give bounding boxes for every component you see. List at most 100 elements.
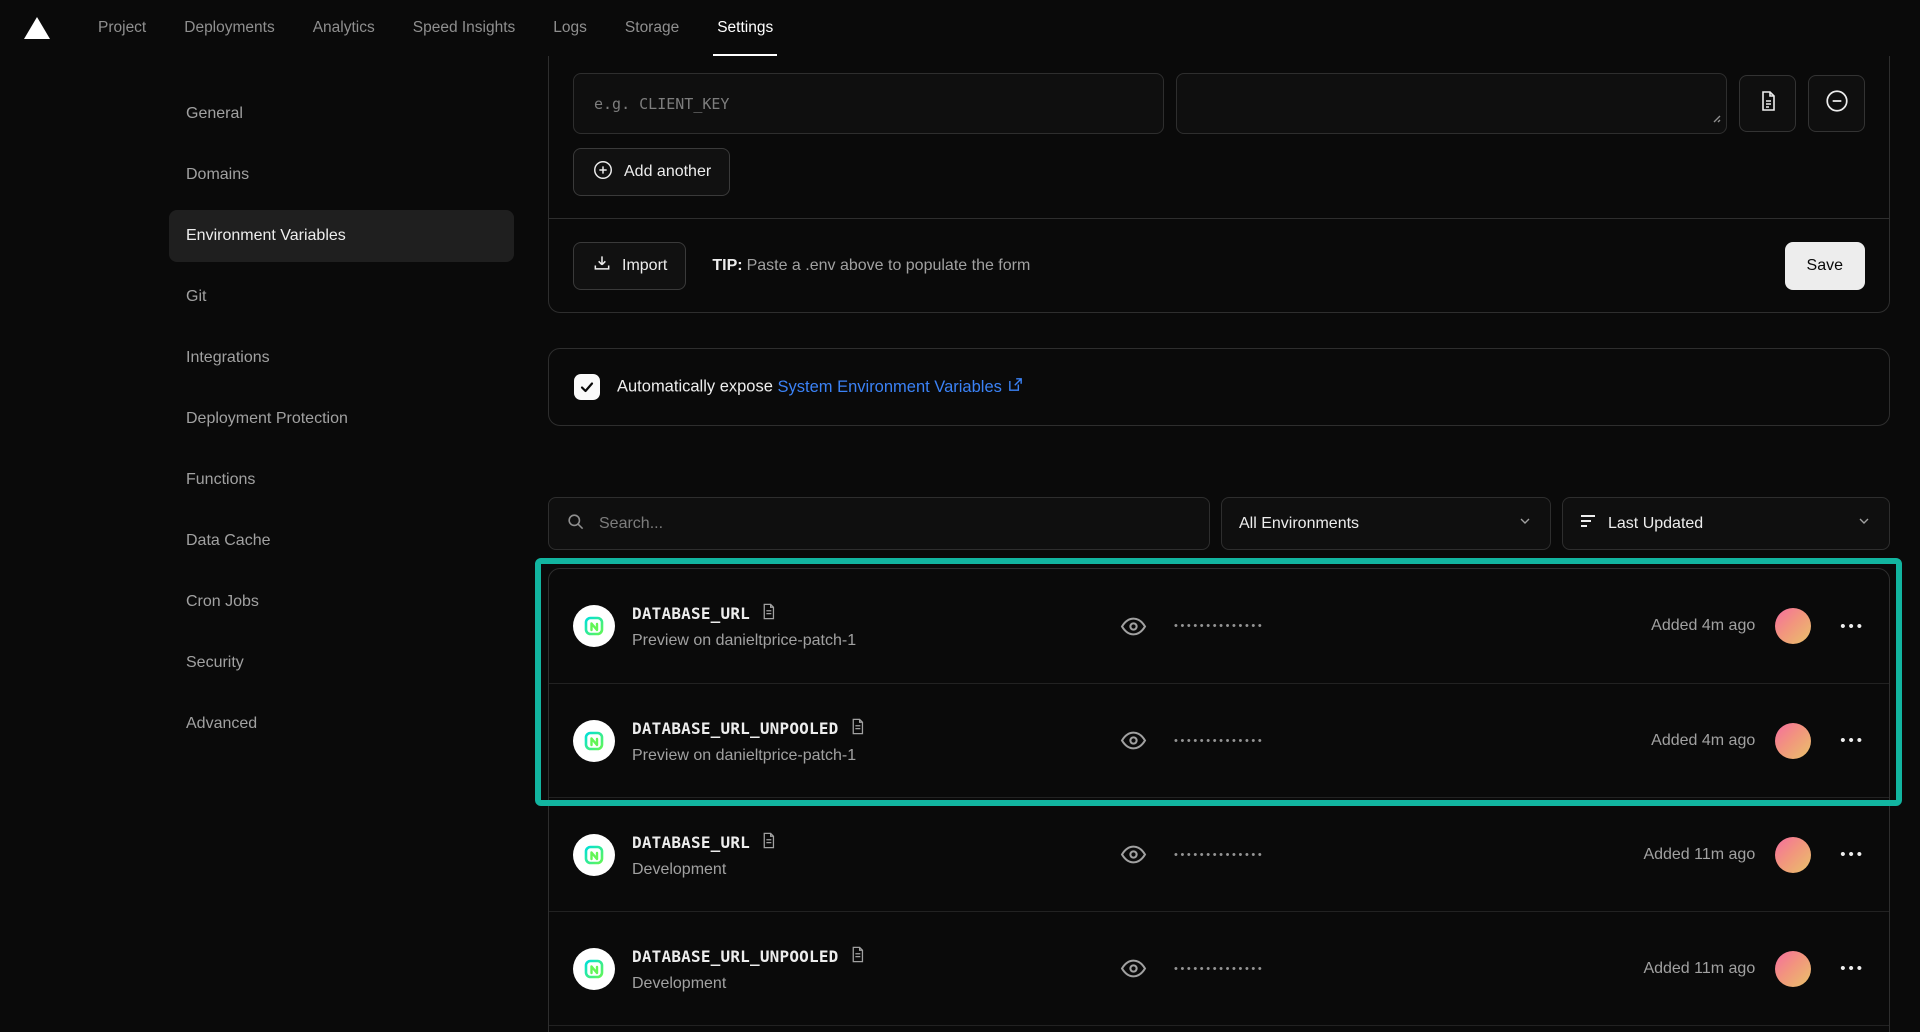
expose-checkbox[interactable] [574, 374, 600, 400]
env-var-name: DATABASE_URL [632, 604, 750, 623]
added-timestamp: Added 4m ago [1651, 617, 1755, 635]
sidebar-item-security[interactable]: Security [169, 637, 514, 689]
nav-tab-project[interactable]: Project [94, 0, 150, 56]
neon-logo-icon [573, 605, 615, 647]
reveal-value-eye-icon[interactable] [1119, 954, 1148, 983]
copy-note-icon[interactable] [760, 831, 777, 854]
sidebar-item-environment-variables[interactable]: Environment Variables [169, 210, 514, 262]
env-var-name: DATABASE_URL [632, 833, 750, 852]
reveal-value-eye-icon[interactable] [1119, 612, 1148, 641]
copy-note-icon[interactable] [849, 717, 866, 740]
document-icon [1756, 89, 1780, 118]
user-avatar[interactable] [1775, 837, 1811, 873]
sidebar-item-general[interactable]: General [169, 88, 514, 140]
neon-logo-icon [573, 948, 615, 990]
env-var-table-wrap: DATABASE_URL Preview on danieltprice-pat… [548, 568, 1890, 1032]
neon-logo-icon [573, 834, 615, 876]
env-var-environment: Preview on danieltprice-patch-1 [632, 632, 856, 650]
search-input[interactable] [599, 515, 1192, 533]
sort-select[interactable]: Last Updated [1562, 497, 1890, 550]
user-avatar[interactable] [1775, 951, 1811, 987]
user-avatar[interactable] [1775, 608, 1811, 644]
sidebar-item-domains[interactable]: Domains [169, 149, 514, 201]
sidebar-item-cron-jobs[interactable]: Cron Jobs [169, 576, 514, 628]
env-key-input[interactable] [573, 73, 1164, 134]
row-menu-button[interactable]: ••• [1840, 961, 1865, 976]
added-timestamp: Added 11m ago [1643, 960, 1755, 978]
settings-sidebar: General Domains Environment Variables Gi… [0, 56, 527, 1032]
sidebar-item-functions[interactable]: Functions [169, 454, 514, 506]
table-row[interactable]: DATABASE_URL_UNPOOLED Development ••••••… [549, 911, 1889, 1025]
row-menu-button[interactable]: ••• [1840, 619, 1865, 634]
sidebar-item-data-cache[interactable]: Data Cache [169, 515, 514, 567]
reveal-value-eye-icon[interactable] [1119, 726, 1148, 755]
sidebar-item-integrations[interactable]: Integrations [169, 332, 514, 384]
import-button[interactable]: Import [573, 242, 686, 290]
resize-grip-icon[interactable] [1709, 110, 1721, 128]
added-timestamp: Added 11m ago [1643, 846, 1755, 864]
env-var-environment: Development [632, 861, 777, 879]
search-box[interactable] [548, 497, 1210, 550]
environment-filter-select[interactable]: All Environments [1221, 497, 1551, 550]
row-menu-button[interactable]: ••• [1840, 847, 1865, 862]
sidebar-item-git[interactable]: Git [169, 271, 514, 323]
chevron-down-icon [1856, 513, 1872, 534]
row-menu-button[interactable]: ••• [1840, 733, 1865, 748]
row-text: DATABASE_URL Preview on danieltprice-pat… [632, 602, 856, 650]
tip-label: TIP: [712, 257, 742, 274]
masked-value: •••••••••••••• [1174, 735, 1264, 747]
row-text: DATABASE_URL_UNPOOLED Preview on danielt… [632, 717, 866, 765]
masked-value: •••••••••••••• [1174, 963, 1264, 975]
masked-value: •••••••••••••• [1174, 849, 1264, 861]
vercel-logo-icon[interactable] [24, 0, 50, 56]
row-text: DATABASE_URL Development [632, 831, 777, 879]
masked-value: •••••••••••••• [1174, 620, 1264, 632]
reveal-value-eye-icon[interactable] [1119, 840, 1148, 869]
system-env-variables-link[interactable]: System Environment Variables [778, 376, 1024, 398]
nav-tab-deployments[interactable]: Deployments [180, 0, 278, 56]
top-nav: Project Deployments Analytics Speed Insi… [0, 0, 1920, 56]
form-footer: Import TIP:Paste a .env above to populat… [549, 218, 1889, 312]
copy-note-icon[interactable] [849, 945, 866, 968]
minus-circle-icon [1824, 88, 1850, 119]
nav-tab-storage[interactable]: Storage [621, 0, 683, 56]
table-row[interactable]: DATABASE_URL Preview on danieltprice-pat… [549, 569, 1889, 683]
sort-value: Last Updated [1608, 515, 1703, 533]
environment-filter-value: All Environments [1239, 515, 1359, 533]
table-row[interactable]: DATABASE_URL_UNPOOLED Preview on danielt… [549, 683, 1889, 797]
search-icon [566, 512, 585, 536]
external-link-icon [1007, 376, 1024, 398]
copy-note-icon[interactable] [760, 602, 777, 625]
env-var-name: DATABASE_URL_UNPOOLED [632, 947, 839, 966]
nav-tab-speed-insights[interactable]: Speed Insights [409, 0, 520, 56]
env-value-input[interactable] [1176, 73, 1727, 134]
nav-tab-logs[interactable]: Logs [549, 0, 591, 56]
expose-label: Automatically expose System Environment … [617, 376, 1024, 398]
table-row[interactable]: DATABASE_URL Development •••••••••••••• [549, 797, 1889, 911]
sidebar-item-deployment-protection[interactable]: Deployment Protection [169, 393, 514, 445]
tip-text: TIP:Paste a .env above to populate the f… [712, 257, 1030, 275]
add-another-label: Add another [624, 163, 711, 181]
table-row-partial [549, 1025, 1889, 1032]
user-avatar[interactable] [1775, 723, 1811, 759]
environment-variables-panel: Add another Import TIP:Paste a .env abov… [548, 56, 1890, 1032]
env-var-environment: Preview on danieltprice-patch-1 [632, 747, 866, 765]
nav-tab-settings[interactable]: Settings [713, 0, 777, 56]
add-another-button[interactable]: Add another [573, 148, 730, 196]
sort-lines-icon [1580, 513, 1598, 534]
env-var-name: DATABASE_URL_UNPOOLED [632, 719, 839, 738]
added-timestamp: Added 4m ago [1651, 732, 1755, 750]
env-var-table: DATABASE_URL Preview on danieltprice-pat… [548, 568, 1890, 1032]
chevron-down-icon [1517, 513, 1533, 534]
remove-row-button[interactable] [1808, 75, 1865, 132]
save-button[interactable]: Save [1785, 242, 1865, 290]
plus-circle-icon [592, 159, 614, 186]
sidebar-item-advanced[interactable]: Advanced [169, 698, 514, 750]
env-var-filters: All Environments Last Updated [548, 497, 1890, 550]
nav-tab-analytics[interactable]: Analytics [309, 0, 379, 56]
paste-env-button[interactable] [1739, 75, 1796, 132]
system-env-expose-card: Automatically expose System Environment … [548, 348, 1890, 426]
neon-logo-icon [573, 720, 615, 762]
row-text: DATABASE_URL_UNPOOLED Development [632, 945, 866, 993]
import-download-icon [592, 253, 612, 278]
